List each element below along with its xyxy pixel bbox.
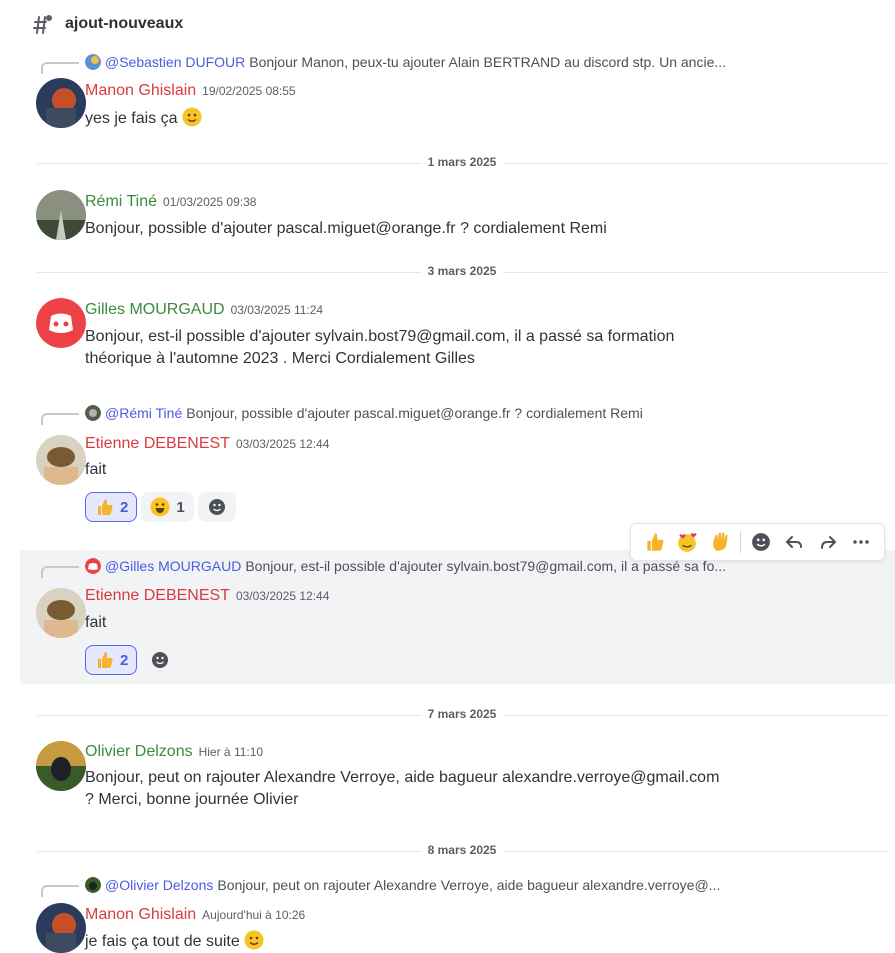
quick-reaction-wave[interactable]: [707, 528, 735, 556]
avatar[interactable]: [36, 190, 86, 240]
avatar[interactable]: [36, 298, 86, 348]
avatar: [85, 877, 101, 893]
message-content: je fais ça tout de suite: [85, 930, 264, 953]
author-name[interactable]: Olivier Delzons: [85, 743, 193, 760]
reaction-thumbs-up[interactable]: 2: [85, 645, 138, 675]
reaction-bar: 2: [85, 645, 180, 675]
author-name[interactable]: Etienne DEBENEST: [85, 435, 230, 452]
avatar: [85, 54, 101, 70]
date-divider: 8 mars 2025: [37, 843, 887, 857]
reply-preview[interactable]: @Olivier Delzons Bonjour, peut on rajout…: [85, 877, 845, 893]
message-text-line: ? Merci, bonne journée Olivier: [85, 791, 299, 808]
reply-preview[interactable]: @Sebastien DUFOUR Bonjour Manon, peux-tu…: [85, 54, 845, 70]
author-name[interactable]: Manon Ghislain: [85, 82, 196, 99]
date-divider: 7 mars 2025: [37, 707, 887, 721]
message-text: fait: [85, 461, 107, 478]
avatar[interactable]: [36, 78, 86, 128]
reply-connector: [41, 566, 79, 578]
reply-icon: [785, 536, 803, 548]
thumbs-up-icon: [647, 533, 664, 551]
slightly-smiling-emoji-icon: [182, 107, 202, 127]
reaction-count: 1: [176, 498, 185, 516]
avatar[interactable]: [36, 903, 86, 953]
date-divider-label: 1 mars 2025: [421, 155, 503, 169]
message-timestamp: 03/03/2025 12:44: [235, 589, 330, 603]
avatar: [85, 558, 101, 574]
reply-connector: [41, 413, 79, 425]
add-reaction-button[interactable]: [197, 492, 236, 522]
message-text: yes je fais ça: [85, 110, 178, 127]
message-timestamp: Aujourd'hui à 10:26: [202, 908, 306, 922]
text-channel-icon: [33, 15, 52, 34]
avatar: [85, 405, 101, 421]
reply-mention[interactable]: @Sebastien DUFOUR: [105, 54, 245, 70]
message-text: je fais ça tout de suite: [85, 933, 240, 950]
date-divider: 3 mars 2025: [37, 264, 887, 278]
reply-text: Bonjour, possible d'ajouter pascal.migue…: [186, 405, 643, 421]
message-timestamp: 03/03/2025 11:24: [230, 303, 324, 317]
reply-mention[interactable]: @Rémi Tiné: [105, 405, 182, 421]
add-reaction-button[interactable]: [141, 645, 180, 675]
add-reaction-icon: [208, 499, 225, 515]
forward-button[interactable]: [814, 528, 842, 556]
reaction-thumbs-up[interactable]: 2: [85, 492, 138, 522]
avatar[interactable]: [36, 435, 86, 485]
reaction-count: 2: [120, 498, 129, 516]
add-reaction-icon: [152, 652, 169, 668]
thumbs-up-icon: [98, 499, 113, 515]
reaction-count: 2: [120, 651, 129, 669]
toolbar-separator: [740, 531, 742, 553]
message-content: yes je fais ça: [85, 107, 202, 130]
message-text-line: Bonjour, est-il possible d'ajouter sylva…: [85, 328, 675, 345]
author-name[interactable]: Rémi Tiné: [85, 193, 157, 210]
reply-preview[interactable]: @Rémi Tiné Bonjour, possible d'ajouter p…: [85, 405, 845, 421]
author-name[interactable]: Gilles MOURGAUD: [85, 301, 225, 318]
more-button[interactable]: [847, 528, 875, 556]
message-timestamp: Hier à 11:10: [198, 745, 264, 759]
add-reaction-icon: [751, 533, 770, 551]
smiling-hearts-icon: [678, 533, 698, 552]
message-action-toolbar: [630, 523, 885, 561]
slightly-smiling-emoji-icon: [244, 930, 264, 950]
reaction-bar: 2 1: [85, 492, 236, 522]
avatar[interactable]: [36, 741, 86, 791]
message-text-line: théorique à l'automne 2023 . Merci Cordi…: [85, 350, 475, 367]
message-timestamp: 01/03/2025 09:38: [163, 195, 257, 209]
message-text: Bonjour, peut on rajouter Alexandre Verr…: [85, 767, 719, 811]
thumbs-up-icon: [98, 652, 113, 668]
reply-text: Bonjour Manon, peux-tu ajouter Alain BER…: [249, 54, 727, 70]
forward-icon: [820, 536, 837, 549]
grinning-face-icon: [150, 497, 170, 517]
waving-hand-icon: [712, 532, 728, 551]
message-text-line: Bonjour, peut on rajouter Alexandre Verr…: [85, 769, 720, 786]
message-text: fait: [85, 614, 107, 631]
more-icon: [853, 540, 870, 544]
message-timestamp: 19/02/2025 08:55: [202, 84, 296, 98]
avatar[interactable]: [36, 588, 86, 638]
reply-text: Bonjour, peut on rajouter Alexandre Verr…: [217, 877, 721, 893]
reply-mention[interactable]: @Olivier Delzons: [105, 877, 213, 893]
reaction-grinning[interactable]: 1: [141, 492, 194, 522]
message-timestamp: 03/03/2025 12:44: [235, 437, 330, 451]
date-divider-label: 3 mars 2025: [421, 264, 503, 278]
quick-reaction-thumbs-up[interactable]: [640, 528, 668, 556]
reply-connector: [41, 885, 79, 897]
date-divider-label: 7 mars 2025: [421, 707, 503, 721]
message-text: Bonjour, est-il possible d'ajouter sylva…: [85, 326, 674, 370]
reply-button[interactable]: [780, 528, 808, 556]
reply-mention[interactable]: @Gilles MOURGAUD: [105, 558, 241, 574]
message-text: Bonjour, possible d'ajouter pascal.migue…: [85, 220, 607, 237]
reply-connector: [41, 62, 79, 74]
author-name[interactable]: Etienne DEBENEST: [85, 587, 230, 604]
date-divider: 1 mars 2025: [37, 155, 887, 169]
add-reaction-button[interactable]: [747, 528, 775, 556]
author-name[interactable]: Manon Ghislain: [85, 906, 196, 923]
channel-name[interactable]: ajout-nouveaux: [65, 15, 183, 33]
quick-reaction-hearts[interactable]: [673, 528, 701, 556]
date-divider-label: 8 mars 2025: [421, 843, 503, 857]
